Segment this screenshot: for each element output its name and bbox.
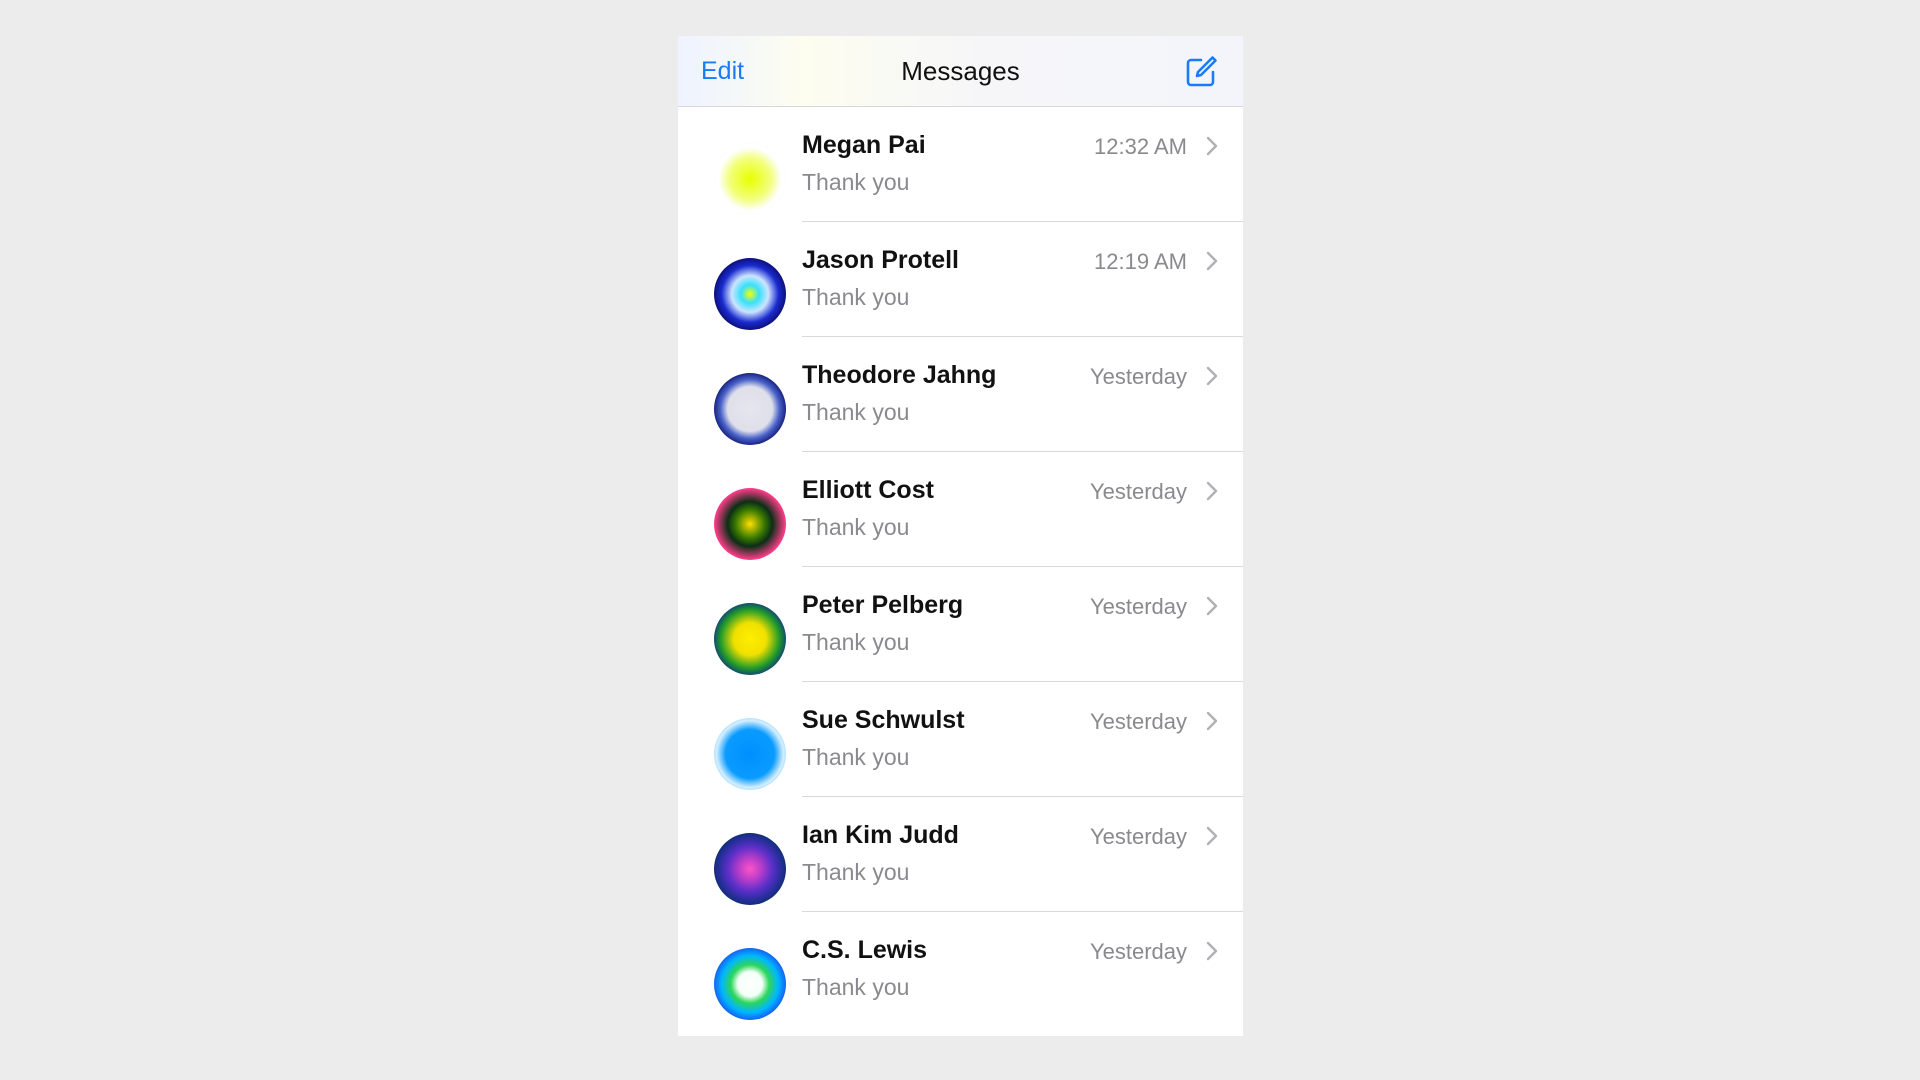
nav-bar: Edit Messages xyxy=(678,36,1243,107)
message-time: Yesterday xyxy=(1089,824,1187,849)
compose-icon[interactable] xyxy=(1183,54,1219,90)
conversation-row[interactable]: Ian Kim Judd Thank you Yesterday xyxy=(678,797,1243,912)
message-time: Yesterday xyxy=(1089,364,1187,389)
message-time: 12:32 AM xyxy=(1094,134,1187,159)
message-time: Yesterday xyxy=(1089,939,1187,964)
chevron-right-icon xyxy=(1206,251,1218,271)
conversation-row[interactable]: Megan Pai Thank you 12:32 AM xyxy=(678,107,1243,222)
message-time: Yesterday xyxy=(1089,479,1187,504)
avatar xyxy=(714,833,786,905)
avatar xyxy=(714,488,786,560)
message-preview: Thank you xyxy=(802,974,910,1000)
message-preview: Thank you xyxy=(802,744,910,770)
chevron-right-icon xyxy=(1206,941,1218,961)
message-preview: Thank you xyxy=(802,859,910,885)
message-preview: Thank you xyxy=(802,629,910,655)
avatar xyxy=(714,948,786,1020)
conversation-row[interactable]: C.S. Lewis Thank you Yesterday xyxy=(678,912,1243,1027)
avatar xyxy=(714,143,786,215)
message-time: Yesterday xyxy=(1089,709,1187,734)
avatar xyxy=(714,718,786,790)
chevron-right-icon xyxy=(1206,481,1218,501)
contact-name: Sue Schwulst xyxy=(802,706,965,734)
conversation-row[interactable]: Jason Protell Thank you 12:19 AM xyxy=(678,222,1243,337)
chevron-right-icon xyxy=(1206,596,1218,616)
contact-name: Jason Protell xyxy=(802,246,959,274)
conversation-list: Megan Pai Thank you 12:32 AM Jason Prote… xyxy=(678,107,1243,1027)
contact-name: Theodore Jahng xyxy=(802,361,997,389)
chevron-right-icon xyxy=(1206,826,1218,846)
contact-name: C.S. Lewis xyxy=(802,936,928,964)
avatar xyxy=(714,373,786,445)
messages-window: Edit Messages Megan Pai Thank you 12:32 … xyxy=(678,36,1243,1036)
message-preview: Thank you xyxy=(802,169,910,195)
contact-name: Elliott Cost xyxy=(802,476,934,504)
conversation-row[interactable]: Peter Pelberg Thank you Yesterday xyxy=(678,567,1243,682)
avatar xyxy=(714,603,786,675)
message-time: Yesterday xyxy=(1089,594,1187,619)
message-preview: Thank you xyxy=(802,514,910,540)
contact-name: Ian Kim Judd xyxy=(802,821,959,849)
chevron-right-icon xyxy=(1206,136,1218,156)
contact-name: Megan Pai xyxy=(802,131,926,159)
message-time: 12:19 AM xyxy=(1094,249,1187,274)
chevron-right-icon xyxy=(1206,366,1218,386)
message-preview: Thank you xyxy=(802,399,910,425)
conversation-row[interactable]: Sue Schwulst Thank you Yesterday xyxy=(678,682,1243,797)
chevron-right-icon xyxy=(1206,711,1218,731)
conversation-row[interactable]: Theodore Jahng Thank you Yesterday xyxy=(678,337,1243,452)
message-preview: Thank you xyxy=(802,284,910,310)
contact-name: Peter Pelberg xyxy=(802,591,964,619)
avatar xyxy=(714,258,786,330)
conversation-row[interactable]: Elliott Cost Thank you Yesterday xyxy=(678,452,1243,567)
page-title: Messages xyxy=(901,56,1020,86)
